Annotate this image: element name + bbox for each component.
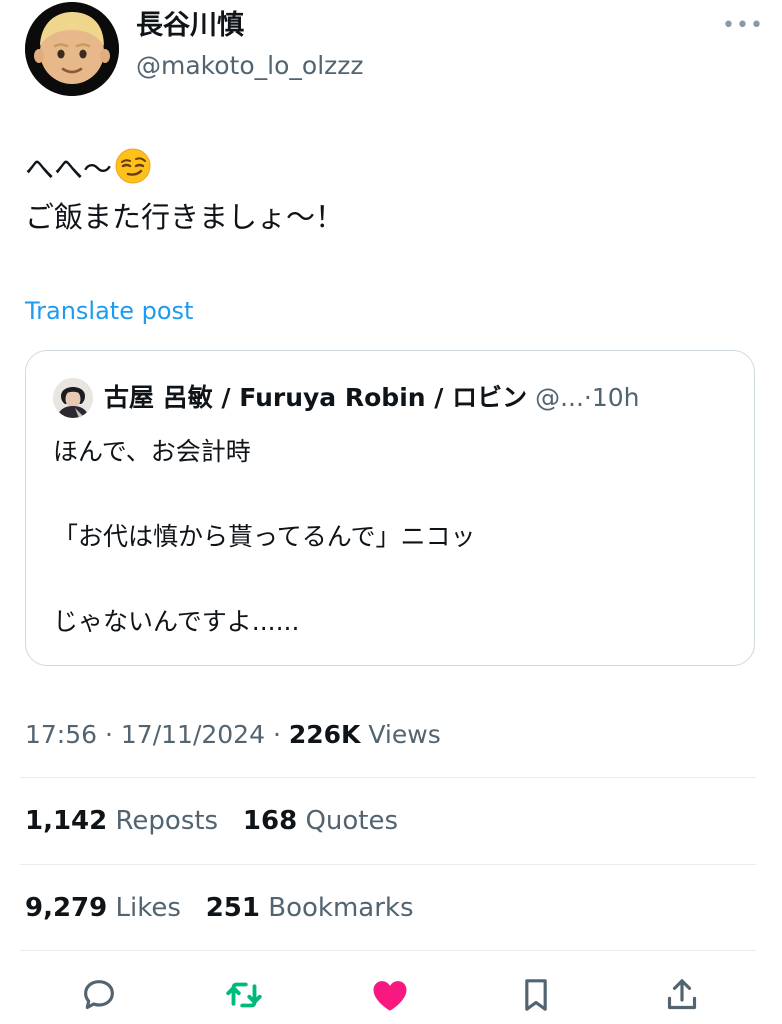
quotes-label: Quotes [305, 806, 399, 836]
reposts-count: 1,142 [25, 806, 108, 836]
likes-count: 9,279 [25, 893, 108, 923]
likes-label: Likes [115, 893, 181, 923]
quoted-tweet-header: 古屋 呂敏 / Furuya Robin / ロビン @...·10h [104, 380, 640, 416]
like-button[interactable] [368, 973, 412, 1017]
reply-icon [84, 980, 114, 1010]
quoted-time-separator: · [583, 383, 592, 412]
reply-button[interactable] [77, 973, 121, 1017]
avatar[interactable] [25, 2, 119, 96]
views-label: Views [368, 720, 441, 749]
tweet-text-line-1-text: へへ〜 [25, 152, 113, 186]
reposts-link[interactable]: 1,142 Reposts [25, 806, 218, 836]
retweet-button[interactable] [222, 973, 266, 1017]
display-name[interactable]: 長谷川慎 [136, 8, 244, 44]
smirking-face-emoji-icon [114, 147, 152, 195]
bookmarks-label: Bookmarks [268, 893, 414, 923]
meta-separator: · [105, 720, 113, 749]
likes-link[interactable]: 9,279 Likes [25, 893, 181, 923]
post-time[interactable]: 17:56 [25, 720, 97, 749]
reposts-label: Reposts [115, 806, 219, 836]
divider [20, 777, 756, 778]
quotes-link[interactable]: 168 Quotes [243, 806, 398, 836]
quoted-timestamp[interactable]: 10h [592, 383, 640, 412]
quoted-avatar-photo-icon [53, 378, 93, 418]
bookmark-button[interactable] [514, 973, 558, 1017]
quoted-user-name[interactable]: 古屋 呂敏 / Furuya Robin / ロビン [104, 383, 527, 412]
divider [20, 864, 756, 865]
like-bookmark-stats: 9,279 Likes 251 Bookmarks [25, 889, 414, 927]
share-button[interactable] [660, 973, 704, 1017]
quoted-user-avatar[interactable] [53, 378, 93, 418]
bookmarks-count: 251 [205, 893, 260, 923]
translate-post-link[interactable]: Translate post [25, 294, 193, 328]
meta-separator: · [272, 720, 281, 749]
user-avatar-emoji-icon [25, 2, 119, 96]
divider [20, 950, 756, 951]
more-options-icon[interactable]: ••• [722, 15, 764, 37]
quotes-count: 168 [242, 806, 298, 836]
quoted-text-line-2: 「お代は慎から貰ってるんで」ニコッ [53, 522, 476, 551]
tweet-text-line-2: ご飯また行きましょ〜！ [25, 200, 345, 234]
user-handle[interactable]: @makoto_lo_olzzz [136, 49, 364, 83]
bookmarks-link[interactable]: 251 Bookmarks [206, 893, 414, 923]
retweet-icon [226, 982, 262, 1008]
views-count: 226K [288, 720, 361, 749]
like-heart-icon [373, 981, 407, 1011]
bookmark-icon [525, 979, 547, 1011]
tweet-text-line-1: へへ〜 [25, 147, 152, 195]
quoted-text-line-1: ほんで、お会計時 [53, 437, 251, 466]
post-date[interactable]: 17/11/2024 [121, 720, 265, 749]
quoted-text-line-3: じゃないんですよ...... [53, 607, 300, 636]
tweet-meta: 17:56 · 17/11/2024 · 226K Views [25, 717, 441, 753]
share-icon [667, 979, 697, 1010]
quoted-user-handle[interactable]: @... [535, 383, 584, 412]
repost-quote-stats: 1,142 Reposts 168 Quotes [25, 802, 398, 840]
